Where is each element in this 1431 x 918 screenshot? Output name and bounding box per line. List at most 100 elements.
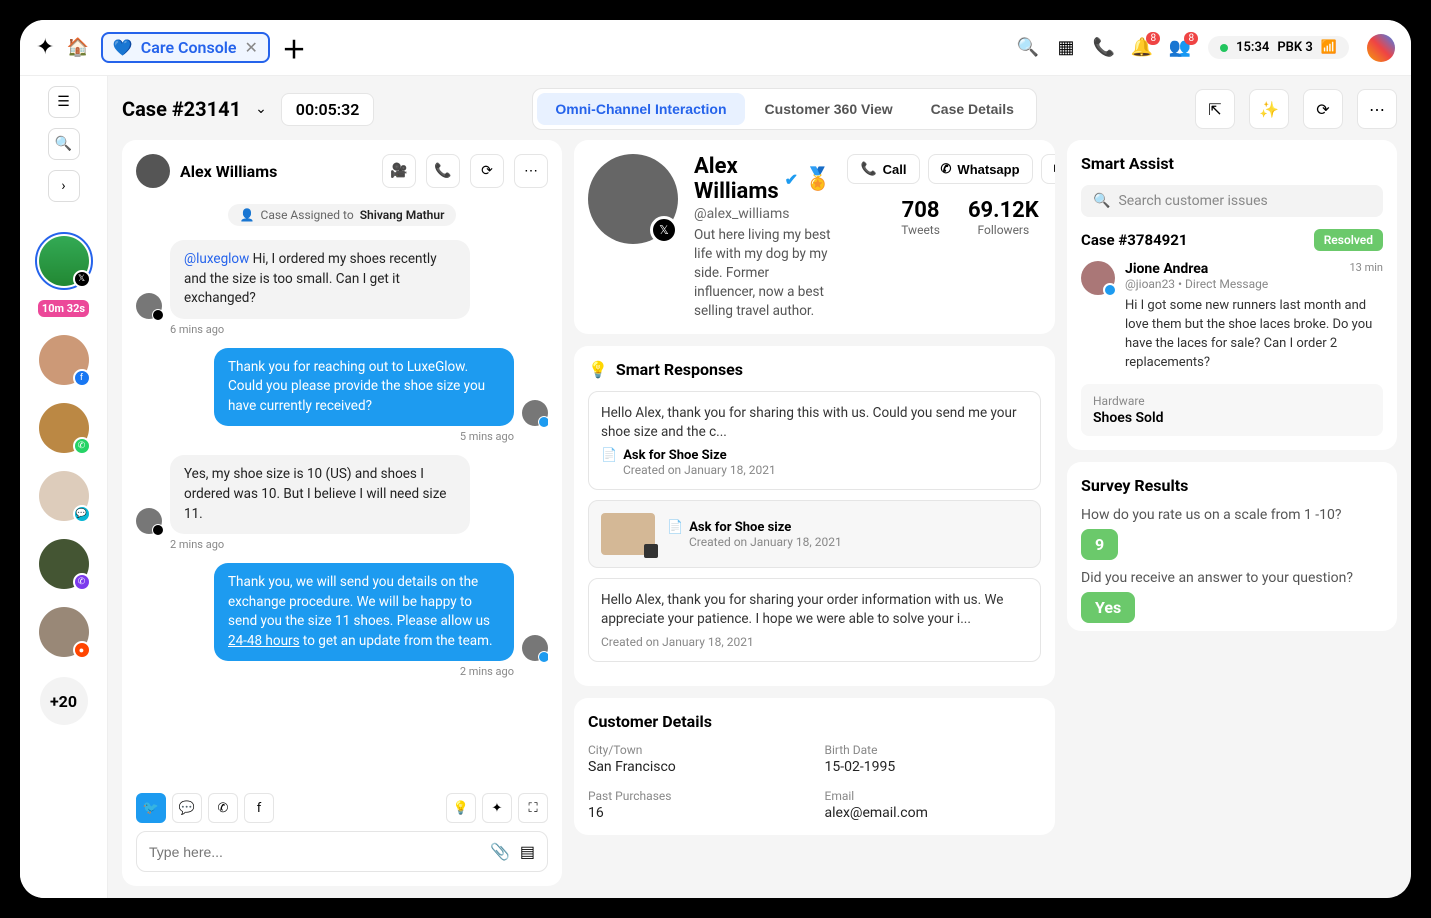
related-message[interactable]: Jione Andrea 13 min @jioan23 • Direct Me…: [1081, 261, 1383, 372]
tag-label: Hardware: [1093, 394, 1371, 408]
detail-value: 16: [588, 805, 805, 821]
survey-a1: 9: [1081, 529, 1118, 560]
wand-icon[interactable]: ✨: [1249, 89, 1289, 129]
whatsapp-icon: ✆: [941, 161, 952, 177]
menu-icon[interactable]: ☰: [48, 86, 80, 118]
team-button[interactable]: 👥 8: [1170, 38, 1190, 58]
reddit-badge-icon: ●: [73, 641, 91, 659]
station-label: PBK 3: [1277, 40, 1313, 55]
message-row: Thank you, we will send you details on t…: [136, 563, 548, 661]
home-icon[interactable]: 🏠: [66, 37, 88, 58]
search-icon[interactable]: 🔍: [1018, 38, 1038, 58]
apps-icon[interactable]: ▦: [1056, 38, 1076, 58]
more-icon[interactable]: ⋯: [1357, 89, 1397, 129]
notifications-button[interactable]: 🔔 8: [1132, 38, 1152, 58]
main-content: Case #23141 ⌄ 00:05:32 Omni-Channel Inte…: [108, 76, 1411, 898]
tab-customer-360[interactable]: Customer 360 View: [747, 93, 911, 125]
related-handle: @jioan23 • Direct Message: [1125, 277, 1383, 291]
profile-name: Alex Williams: [694, 154, 779, 204]
view-tabs: Omni-Channel Interaction Customer 360 Vi…: [532, 88, 1037, 130]
related-case-id[interactable]: Case #3784921: [1081, 231, 1188, 249]
tab-case-details[interactable]: Case Details: [913, 93, 1032, 125]
conversation-item[interactable]: ✆: [39, 403, 89, 453]
facebook-channel-icon[interactable]: f: [244, 793, 274, 823]
more-conversations[interactable]: +20: [40, 677, 88, 725]
layout-icon[interactable]: ⇱: [1195, 89, 1235, 129]
chat-more-icon[interactable]: ⋯: [514, 154, 548, 188]
bulb-icon: 💡: [588, 360, 608, 379]
conversation-item[interactable]: ✆: [39, 539, 89, 589]
smart-response-item[interactable]: 📄Ask for Shoe sizeCreated on January 18,…: [588, 500, 1041, 568]
expand-icon[interactable]: ›: [48, 170, 80, 202]
chat-customer-name: Alex Williams: [180, 162, 372, 181]
message-bubble: @luxeglow Hi, I ordered my shoes recentl…: [170, 240, 470, 319]
smart-response-item[interactable]: Hello Alex, thank you for sharing your o…: [588, 578, 1041, 662]
suggestion-icon[interactable]: 💡: [446, 793, 476, 823]
conversation-item[interactable]: f: [39, 335, 89, 385]
detail-label: City/Town: [588, 743, 805, 757]
call-button[interactable]: 📞Call: [847, 154, 919, 184]
profile-handle: @alex_williams: [694, 206, 831, 222]
conversation-sidebar: ☰ 🔍 › 𝕏 10m 32s f ✆ 💬 ✆ ● +20: [20, 76, 108, 898]
tag-value: Shoes Sold: [1093, 410, 1371, 426]
new-tab-button[interactable]: ＋: [282, 30, 306, 65]
refresh-icon[interactable]: ⟳: [1303, 89, 1343, 129]
call-icon[interactable]: 📞: [426, 154, 460, 188]
smart-response-item[interactable]: Hello Alex, thank you for sharing this w…: [588, 391, 1041, 490]
attachment-icon[interactable]: 📎: [490, 842, 510, 861]
video-icon[interactable]: 🎥: [382, 154, 416, 188]
smart-responses-panel: 💡Smart Responses Hello Alex, thank you f…: [574, 346, 1055, 686]
facebook-badge-icon: f: [73, 369, 91, 387]
profile-card: 𝕏 Alex Williams ✔ 🏅 @alex_williams Out h…: [574, 140, 1055, 334]
message-timestamp: 6 mins ago: [170, 323, 548, 336]
chevron-down-icon[interactable]: ⌄: [255, 101, 267, 117]
whatsapp-button[interactable]: ✆Whatsapp: [928, 154, 1033, 184]
conversation-item[interactable]: 𝕏: [39, 236, 89, 286]
case-timer: 00:05:32: [281, 93, 375, 126]
conversation-item[interactable]: 💬: [39, 471, 89, 521]
conversation-item[interactable]: ●: [39, 607, 89, 657]
twitter-platform-icon: 𝕏: [650, 216, 678, 244]
app-window: ✦ 🏠 💙 Care Console ✕ ＋ 🔍 ▦ 📞 🔔 8 👥 8 15:…: [20, 20, 1411, 898]
close-tab-icon[interactable]: ✕: [245, 38, 258, 57]
badge-icon: 🏅: [804, 167, 831, 192]
template-icon[interactable]: ▤: [520, 842, 535, 861]
detail-field: Past Purchases16: [588, 789, 805, 821]
response-title: Ask for Shoe Size: [623, 448, 726, 463]
whatsapp-badge-icon: ✆: [73, 437, 91, 455]
tab-care-console[interactable]: 💙 Care Console ✕: [101, 32, 270, 63]
message-input[interactable]: [149, 844, 480, 860]
group-badge: 8: [1184, 32, 1198, 45]
status-badge: Resolved: [1314, 229, 1383, 251]
status-pill[interactable]: 15:34 PBK 3 📶: [1208, 36, 1349, 59]
message-avatar: [136, 508, 162, 534]
user-avatar[interactable]: [1367, 34, 1395, 62]
search-sidebar-icon[interactable]: 🔍: [48, 128, 80, 160]
tab-omni-channel[interactable]: Omni-Channel Interaction: [537, 93, 744, 125]
twitter-badge-icon: 𝕏: [73, 270, 91, 288]
whatsapp-channel-icon[interactable]: ✆: [208, 793, 238, 823]
related-name: Jione Andrea: [1125, 261, 1208, 277]
chat-badge-icon: 💬: [73, 505, 91, 523]
stat-number: 708: [901, 198, 940, 223]
detail-field: City/TownSan Francisco: [588, 743, 805, 775]
compose-area: 🐦 💬 ✆ f 💡 ✦ ⛶ 📎 ▤: [136, 793, 548, 872]
response-thumbnail: [601, 513, 655, 555]
app-logo-icon: ✦: [36, 35, 54, 60]
message-avatar: [522, 635, 548, 661]
assist-search[interactable]: 🔍 Search customer issues: [1081, 185, 1383, 217]
detail-label: Birth Date: [825, 743, 1042, 757]
stat-number: 69.12K: [968, 198, 1039, 223]
sprinklr-tool-icon[interactable]: ✦: [482, 793, 512, 823]
person-icon: 👤: [240, 208, 255, 222]
twitter-channel-icon[interactable]: 🐦: [136, 793, 166, 823]
sms-channel-icon[interactable]: 💬: [172, 793, 202, 823]
detail-field: Emailalex@email.com: [825, 789, 1042, 821]
refresh-chat-icon[interactable]: ⟳: [470, 154, 504, 188]
chat-panel: Alex Williams 🎥 📞 ⟳ ⋯ 👤 Case Assigned to…: [122, 140, 562, 886]
survey-a2: Yes: [1081, 592, 1135, 623]
expand-compose-icon[interactable]: ⛶: [518, 793, 548, 823]
phone-icon[interactable]: 📞: [1094, 38, 1114, 58]
assigned-to: Shivang Mathur: [360, 208, 445, 222]
email-button[interactable]: ✉Email: [1041, 154, 1055, 184]
